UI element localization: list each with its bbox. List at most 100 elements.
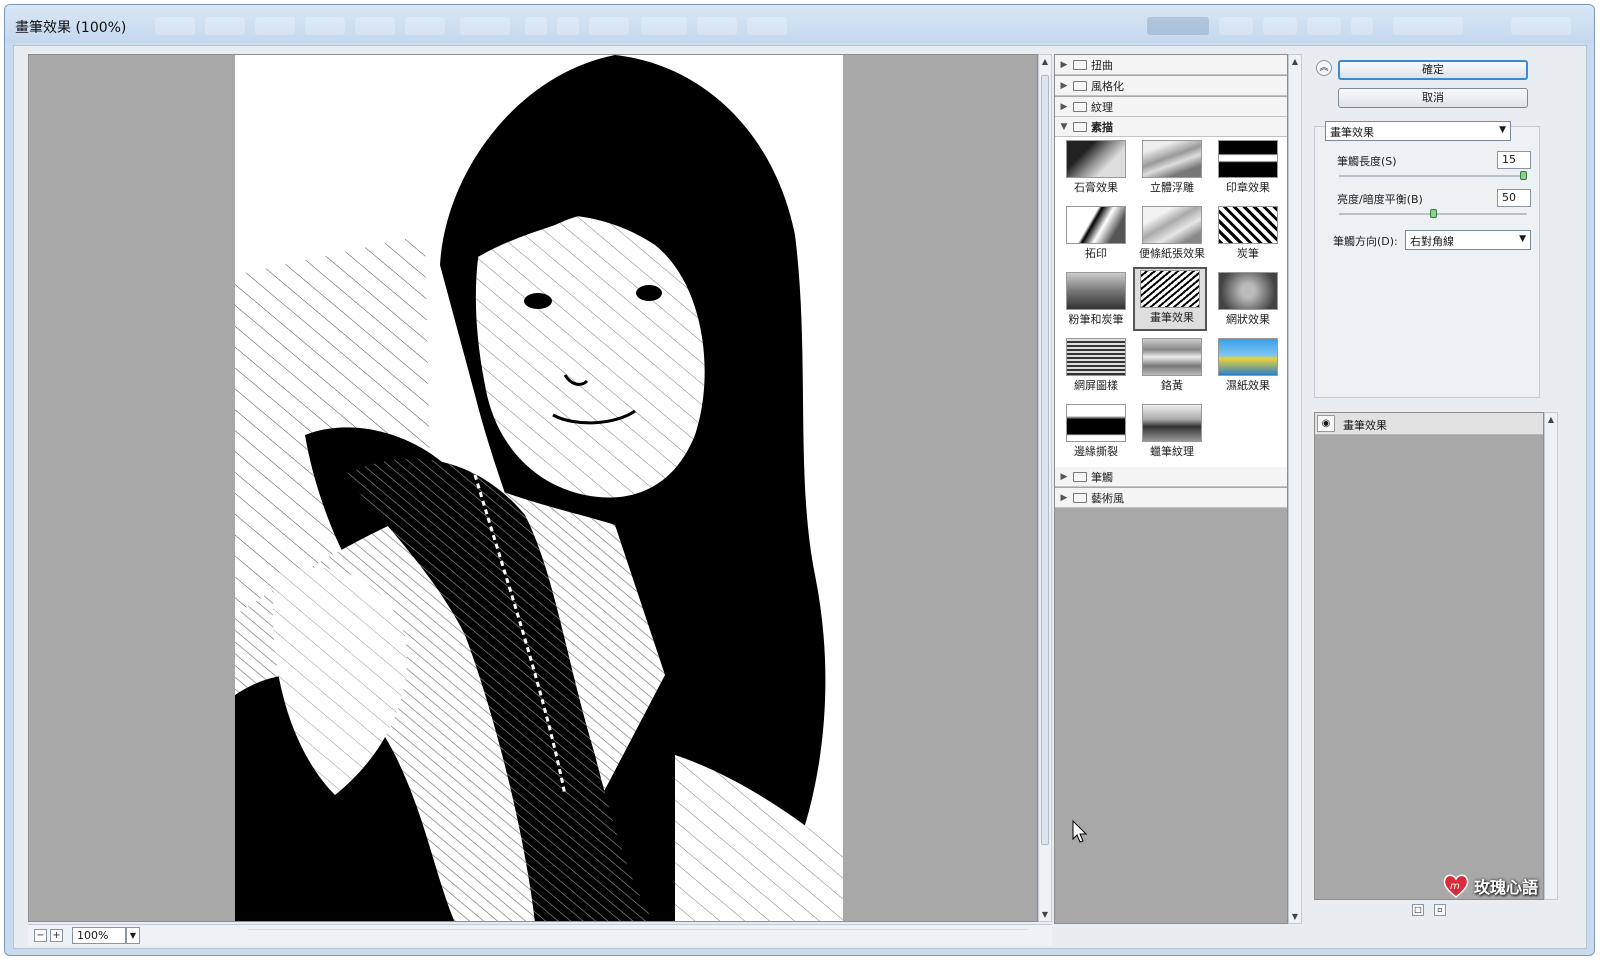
filter-thumb-chrome[interactable]: 鉻黃 — [1135, 335, 1209, 399]
background-toolbar-item — [1219, 17, 1253, 35]
filter-thumb-photocopy[interactable]: 拓印 — [1059, 203, 1133, 267]
stroke-direction-label: 筆觸方向(D): — [1333, 235, 1398, 248]
category-brush-strokes[interactable]: ▶ 筆觸 — [1055, 467, 1287, 487]
filter-thumb-reticulation[interactable]: 網狀效果 — [1211, 269, 1285, 333]
thumbnail-image — [1066, 338, 1126, 376]
balance-input[interactable]: 50 — [1497, 189, 1531, 207]
thumbnail-image — [1218, 338, 1278, 376]
watermark-text: 玫瑰心語 — [1474, 878, 1539, 897]
folder-icon — [1073, 471, 1087, 482]
preview-vertical-scrollbar[interactable]: ▲ ▼ — [1038, 54, 1052, 922]
background-toolbar-item — [1307, 17, 1341, 35]
filter-thumb-note-paper[interactable]: 便條紙張效果 — [1135, 203, 1209, 267]
background-toolbar-item — [355, 17, 395, 35]
background-toolbar-item — [1393, 17, 1463, 35]
expand-triangle-icon: ▶ — [1060, 80, 1068, 91]
background-toolbar-item — [557, 17, 579, 35]
filter-thumb-graphic-pen[interactable]: 畫筆效果 — [1133, 267, 1207, 331]
chevron-down-icon: ▼ — [1499, 125, 1506, 135]
collapse-gallery-button[interactable]: ︽ — [1316, 60, 1332, 76]
delete-effect-layer-icon[interactable]: ▫ — [1434, 904, 1446, 916]
ok-button[interactable]: 確定 — [1338, 60, 1528, 80]
filter-thumb-charcoal[interactable]: 炭筆 — [1211, 203, 1285, 267]
zoom-in-button[interactable]: + — [50, 929, 63, 942]
thumbnail-image — [1142, 140, 1202, 178]
thumbnail-label: 石膏效果 — [1074, 181, 1118, 194]
expand-triangle-icon: ▶ — [1060, 101, 1068, 112]
scroll-up-arrow-icon[interactable]: ▲ — [1290, 57, 1300, 66]
category-stylize[interactable]: ▶ 風格化 — [1055, 76, 1287, 96]
title-bar: 畫筆效果 (100%) — [5, 5, 1594, 43]
thumbnail-image — [1140, 270, 1200, 308]
background-toolbar-item — [589, 17, 629, 35]
thumbnail-image — [1066, 404, 1126, 442]
category-label: 筆觸 — [1091, 470, 1113, 484]
thumbnail-image — [1142, 404, 1202, 442]
effect-layers-panel: ◉ 畫筆效果 — [1314, 412, 1544, 900]
slider-handle[interactable] — [1520, 171, 1527, 180]
collapse-triangle-icon: ▼ — [1060, 121, 1068, 132]
stroke-direction-value: 右對角線 — [1410, 235, 1454, 248]
filter-thumb-stamp[interactable]: 印章效果 — [1211, 137, 1285, 201]
zoom-dropdown-button[interactable]: ▼ — [126, 927, 140, 944]
window-title: 畫筆效果 (100%) — [15, 20, 127, 36]
cancel-button[interactable]: 取消 — [1338, 88, 1528, 108]
zoom-out-button[interactable]: − — [34, 929, 47, 942]
scroll-up-arrow-icon[interactable]: ▲ — [1546, 415, 1556, 424]
scroll-up-arrow-icon[interactable]: ▲ — [1040, 57, 1050, 66]
preview-status-bar: − + 100% ▼ — [28, 924, 1052, 946]
filter-thumb-plaster[interactable]: 石膏效果 — [1059, 137, 1133, 201]
filter-type-select[interactable]: 畫筆效果 ▼ — [1325, 121, 1511, 141]
thumbnail-label: 印章效果 — [1226, 181, 1270, 194]
zoom-level-field[interactable]: 100% — [72, 927, 126, 944]
background-toolbar-item — [641, 17, 687, 35]
background-toolbar-item — [155, 17, 195, 35]
layers-scrollbar[interactable]: ▲ — [1544, 412, 1558, 900]
balance-label: 亮度/暗度平衡(B) — [1337, 193, 1423, 206]
filter-settings-box: 畫筆效果 ▼ 筆觸長度(S) 15 亮度/暗度平衡(B) 50 筆觸方向(D):… — [1314, 121, 1540, 398]
scroll-down-arrow-icon[interactable]: ▼ — [1290, 912, 1300, 921]
scroll-down-arrow-icon[interactable]: ▼ — [1040, 910, 1050, 919]
background-toolbar-item — [305, 17, 345, 35]
preview-area[interactable] — [28, 54, 1038, 922]
stroke-length-input[interactable]: 15 — [1497, 151, 1531, 169]
visibility-eye-icon[interactable]: ◉ — [1317, 415, 1335, 432]
heart-logo-icon: m — [1443, 874, 1469, 898]
thumbnail-image — [1066, 272, 1126, 310]
slider-handle[interactable] — [1429, 209, 1437, 218]
stroke-length-slider[interactable] — [1339, 171, 1527, 180]
thumbnail-image — [1142, 338, 1202, 376]
filter-thumb-bas-relief[interactable]: 立體浮雕 — [1135, 137, 1209, 201]
category-artistic[interactable]: ▶ 藝術風 — [1055, 488, 1287, 508]
background-toolbar-item — [1263, 17, 1297, 35]
category-texture[interactable]: ▶ 紋理 — [1055, 97, 1287, 117]
category-label: 風格化 — [1091, 79, 1124, 93]
gallery-scrollbar[interactable]: ▲ ▼ — [1288, 54, 1302, 924]
effect-layer-row[interactable]: ◉ 畫筆效果 — [1315, 413, 1543, 435]
filter-thumb-halftone[interactable]: 網屏圖樣 — [1059, 335, 1133, 399]
filter-thumb-water-paper[interactable]: 濕紙效果 — [1211, 335, 1285, 399]
category-label: 藝術風 — [1091, 491, 1124, 505]
category-sketch[interactable]: ▼ 素描 — [1055, 117, 1287, 137]
filter-thumb-torn-edges[interactable]: 邊緣撕裂 — [1059, 401, 1133, 465]
thumbnail-label: 蠟筆紋理 — [1150, 445, 1194, 458]
category-label: 扭曲 — [1091, 58, 1113, 72]
category-distort[interactable]: ▶ 扭曲 — [1055, 55, 1287, 75]
thumbnail-label: 畫筆效果 — [1150, 311, 1194, 324]
thumbnail-label: 炭筆 — [1237, 247, 1259, 260]
chevron-down-icon: ▼ — [129, 931, 137, 940]
thumbnail-label: 網屏圖樣 — [1074, 379, 1118, 392]
filter-thumb-conte-crayon[interactable]: 蠟筆紋理 — [1135, 401, 1209, 465]
background-toolbar-item — [1147, 17, 1209, 35]
new-effect-layer-icon[interactable]: □ — [1412, 904, 1424, 916]
background-toolbar-item — [1511, 17, 1571, 35]
balance-slider[interactable] — [1339, 209, 1527, 218]
preview-horizontal-scrollbar[interactable] — [248, 929, 1028, 943]
thumbnail-label: 邊緣撕裂 — [1074, 445, 1118, 458]
filter-thumb-chalk-charcoal[interactable]: 粉筆和炭筆 — [1059, 269, 1133, 333]
stroke-direction-select[interactable]: 右對角線 ▼ — [1405, 230, 1531, 250]
background-toolbar-item — [255, 17, 295, 35]
category-label: 紋理 — [1091, 100, 1113, 114]
thumbnail-label: 拓印 — [1085, 247, 1107, 260]
scrollbar-thumb[interactable] — [1041, 75, 1049, 845]
